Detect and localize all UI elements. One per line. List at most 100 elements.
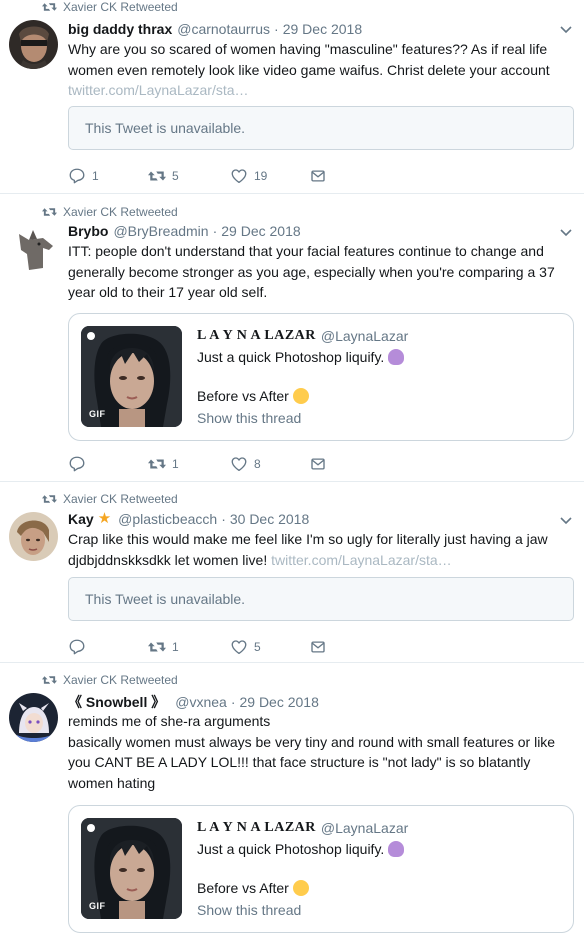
tweet-header: big daddy thrax @carnotaurrus · 29 Dec 2… [68, 20, 362, 38]
tweet-item[interactable]: Xavier CK Retweeted big daddy thrax @car… [0, 0, 584, 194]
retweet-button[interactable]: 5 [148, 166, 179, 186]
quoted-text: Before vs After [197, 388, 289, 404]
user-handle[interactable]: @plasticbeacch [118, 510, 217, 528]
heart-icon [230, 638, 248, 656]
like-count: 5 [254, 640, 261, 654]
tweet-text-content: Why are you so scared of women having "m… [68, 41, 550, 78]
like-count: 8 [254, 457, 261, 471]
unavailable-text: This Tweet is unavailable. [85, 591, 246, 607]
unavailable-quote-box: This Tweet is unavailable. [68, 106, 574, 150]
timeline: Xavier CK Retweeted big daddy thrax @car… [0, 0, 584, 937]
avatar[interactable] [9, 20, 58, 69]
retweet-icon [42, 206, 57, 218]
tweet-item[interactable]: Xavier CK Retweeted 《 Snowbell 》 @vxnea … [0, 663, 584, 937]
retweet-button[interactable]: 1 [148, 454, 179, 474]
reply-button[interactable] [68, 454, 92, 474]
unavailable-quote-box: This Tweet is unavailable. [68, 577, 574, 621]
heart-icon [230, 167, 248, 185]
tweet-link[interactable]: twitter.com/LaynaLazar/sta… [271, 552, 452, 568]
quoted-header: L A Y N A LAZAR @LaynaLazar [197, 328, 408, 344]
quoted-media-gif[interactable]: GIF [81, 326, 182, 427]
quoted-media-gif[interactable]: GIF [81, 818, 182, 919]
separator-dot: · [274, 21, 279, 37]
display-name[interactable]: big daddy thrax [68, 20, 172, 38]
more-options-button[interactable] [560, 229, 572, 241]
quoted-display-name: L A Y N A LAZAR [197, 328, 316, 343]
quoted-text-line-1: Just a quick Photoshop liquify. [197, 348, 405, 366]
like-button[interactable]: 19 [230, 166, 267, 186]
tweet-date[interactable]: 29 Dec 2018 [239, 693, 318, 711]
reply-icon [68, 455, 86, 473]
tweet-date[interactable]: 30 Dec 2018 [230, 510, 309, 528]
tweet-date[interactable]: 29 Dec 2018 [283, 20, 362, 38]
envelope-icon [309, 167, 327, 185]
retweet-count: 1 [172, 457, 179, 471]
display-name[interactable]: Kay [68, 510, 94, 528]
purple-heart-emoji [388, 841, 405, 857]
like-button[interactable]: 8 [230, 454, 261, 474]
heart-icon [230, 455, 248, 473]
more-options-button[interactable] [560, 26, 572, 38]
quoted-text-line-2: Before vs After [197, 879, 309, 897]
gif-badge: GIF [89, 901, 106, 911]
tweet-date[interactable]: 29 Dec 2018 [221, 222, 300, 240]
retweet-icon [42, 493, 57, 505]
reply-icon [68, 167, 86, 185]
tweet-text: Crap like this would make me feel like I… [68, 529, 574, 570]
quoted-tweet-card[interactable]: GIF L A Y N A LAZAR @LaynaLazar Just a q… [68, 313, 574, 441]
tweet-header: Kay ★ @plasticbeacch · 30 Dec 2018 [68, 510, 309, 528]
avatar[interactable] [9, 512, 58, 561]
quoted-text: Just a quick Photoshop liquify. [197, 349, 385, 365]
tweet-item[interactable]: Xavier CK Retweeted Brybo @BryBreadmin ·… [0, 194, 584, 482]
tweet-text: ITT: people don't understand that your f… [68, 241, 574, 303]
unavailable-text: This Tweet is unavailable. [85, 120, 246, 136]
envelope-icon [309, 455, 327, 473]
retweet-button[interactable]: 1 [148, 637, 179, 657]
user-handle[interactable]: @BryBreadmin [113, 222, 208, 240]
direct-message-button[interactable] [309, 637, 327, 657]
like-button[interactable]: 5 [230, 637, 261, 657]
avatar[interactable] [9, 693, 58, 742]
quoted-text: Before vs After [197, 880, 289, 896]
show-thread-link[interactable]: Show this thread [197, 410, 301, 426]
purple-heart-emoji [388, 349, 405, 365]
retweet-icon [42, 1, 57, 13]
media-indicator-icon [87, 332, 95, 340]
media-indicator-icon [87, 824, 95, 832]
separator-dot: · [212, 223, 218, 239]
avatar[interactable] [9, 224, 58, 273]
user-handle[interactable]: @vxnea [175, 693, 227, 711]
more-options-button[interactable] [560, 517, 572, 529]
tweet-link[interactable]: twitter.com/LaynaLazar/sta… [68, 82, 249, 98]
separator-dot: · [230, 694, 236, 710]
display-name[interactable]: Brybo [68, 222, 108, 240]
reply-button[interactable]: 1 [68, 166, 99, 186]
tweet-item[interactable]: Xavier CK Retweeted Kay ★ @plasticbeacch… [0, 482, 584, 663]
user-handle[interactable]: @carnotaurrus [177, 20, 270, 38]
tweet-text-content: ITT: people don't understand that your f… [68, 243, 555, 300]
upside-down-face-emoji [292, 880, 309, 896]
chevron-down-icon [560, 229, 572, 237]
reply-button[interactable] [68, 637, 92, 657]
retweeted-by-text: Xavier CK Retweeted [63, 205, 178, 219]
tweet-text: reminds me of she-ra arguments basically… [68, 711, 574, 793]
quoted-text: Just a quick Photoshop liquify. [197, 841, 385, 857]
tweet-text: Why are you so scared of women having "m… [68, 39, 574, 101]
tweet-header: 《 Snowbell 》 @vxnea · 29 Dec 2018 [68, 693, 319, 711]
tweet-text-line: basically women must always be very tiny… [68, 733, 556, 791]
gif-badge: GIF [89, 409, 106, 419]
retweet-icon [42, 674, 57, 686]
direct-message-button[interactable] [309, 166, 327, 186]
show-thread-link[interactable]: Show this thread [197, 902, 301, 918]
retweet-context: Xavier CK Retweeted [42, 0, 178, 14]
quoted-header: L A Y N A LAZAR @LaynaLazar [197, 820, 408, 836]
retweet-icon [148, 167, 166, 185]
reply-icon [68, 638, 86, 656]
tweet-text-line: reminds me of she-ra arguments [68, 713, 271, 729]
quoted-tweet-card[interactable]: GIF L A Y N A LAZAR @LaynaLazar Just a q… [68, 805, 574, 933]
direct-message-button[interactable] [309, 454, 327, 474]
envelope-icon [309, 638, 327, 656]
like-count: 19 [254, 169, 268, 183]
display-name[interactable]: 《 Snowbell 》 [68, 693, 165, 711]
quoted-text-line-1: Just a quick Photoshop liquify. [197, 840, 405, 858]
